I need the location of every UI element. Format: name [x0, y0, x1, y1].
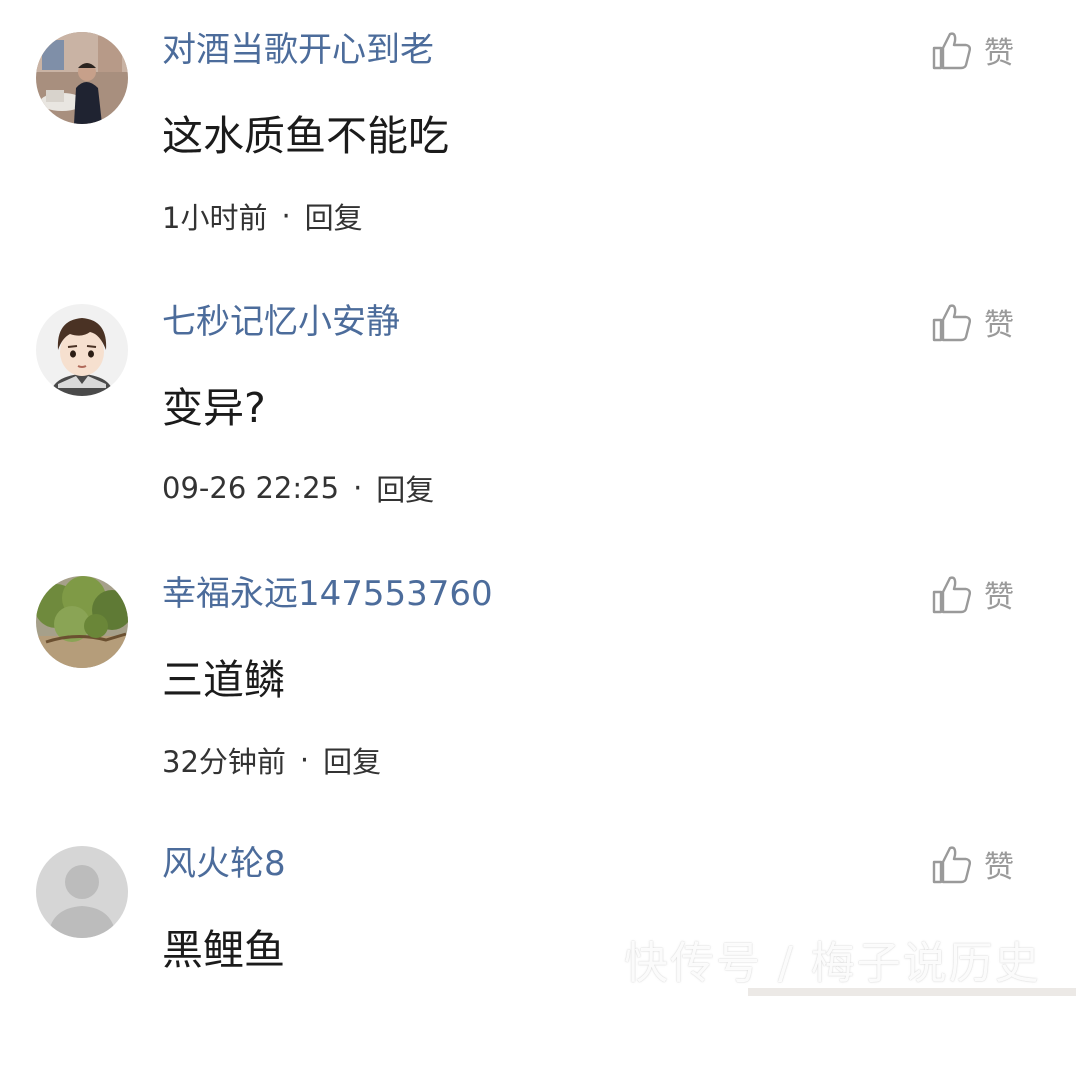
comment-time: 32分钟前 — [162, 745, 286, 779]
reply-button[interactable]: 回复 — [376, 467, 434, 509]
user-avatar[interactable] — [36, 32, 128, 124]
like-label: 赞 — [984, 308, 1014, 343]
user-avatar[interactable] — [36, 576, 128, 668]
thumbs-up-icon — [932, 576, 972, 614]
comment-username[interactable]: 幸福永远147553760 — [162, 572, 493, 616]
like-label: 赞 — [984, 850, 1014, 885]
like-button[interactable]: 赞 — [930, 26, 1014, 74]
thumbs-up-icon — [932, 32, 972, 70]
meta-separator: · — [299, 743, 310, 777]
user-avatar[interactable] — [36, 304, 128, 396]
photo-avatar-icon — [36, 32, 128, 124]
comment-username[interactable]: 七秒记忆小安静 — [162, 300, 400, 344]
reply-button[interactable]: 回复 — [323, 739, 381, 781]
watermark-text: 快传号 / 梅子说历史 — [624, 938, 1041, 989]
like-button[interactable]: 赞 — [930, 298, 1014, 346]
comment-item: 七秒记忆小安静 赞 变异? 09-26 22:25 · 回复 — [0, 272, 1076, 544]
default-user-icon — [36, 846, 128, 938]
comment-text: 这水质鱼不能吃 — [162, 112, 449, 160]
cartoon-boy-icon — [36, 304, 128, 396]
comment-username[interactable]: 对酒当歌开心到老 — [162, 28, 434, 72]
comment-text: 三道鳞 — [162, 656, 285, 704]
comment-meta: 32分钟前 · 回复 — [162, 738, 381, 782]
like-button[interactable]: 赞 — [930, 570, 1014, 618]
user-avatar[interactable] — [36, 846, 128, 938]
like-label: 赞 — [984, 580, 1014, 615]
trees-photo-icon — [36, 576, 128, 668]
comment-text: 变异? — [162, 384, 266, 432]
like-label: 赞 — [984, 36, 1014, 71]
comment-time: 1小时前 — [162, 201, 268, 235]
comment-item: 幸福永远147553760 赞 三道鳞 32分钟前 · 回复 — [0, 544, 1076, 816]
like-button[interactable]: 赞 — [930, 840, 1014, 888]
meta-separator: · — [281, 199, 291, 233]
thumbs-up-icon — [932, 846, 972, 884]
reply-button[interactable]: 回复 — [305, 195, 363, 237]
comment-text: 黑鲤鱼 — [162, 926, 285, 974]
comment-time: 09-26 22:25 — [162, 471, 340, 505]
comment-username[interactable]: 风火轮8 — [162, 842, 286, 886]
meta-separator: · — [353, 471, 363, 505]
comment-item: 对酒当歌开心到老 赞 这水质鱼不能吃 1小时前 · 回复 — [0, 0, 1076, 272]
comment-meta: 1小时前 · 回复 — [162, 194, 363, 238]
comment-meta: 09-26 22:25 · 回复 — [162, 466, 434, 510]
thumbs-up-icon — [932, 304, 972, 342]
